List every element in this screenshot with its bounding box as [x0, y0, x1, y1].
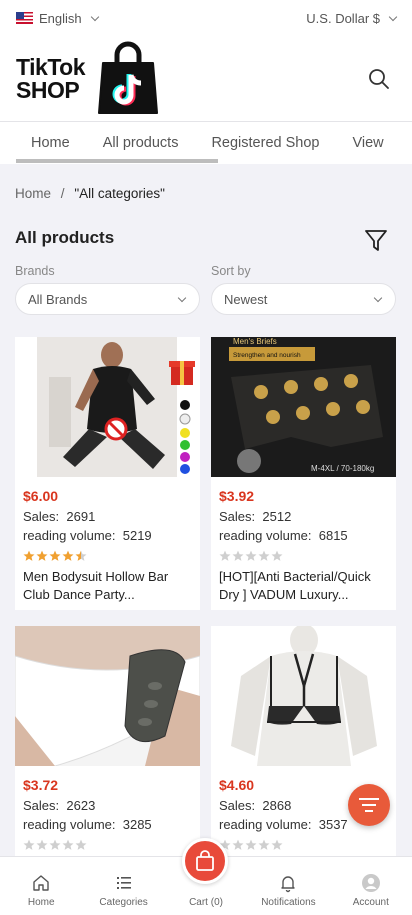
cart-button[interactable] [182, 838, 228, 884]
image-text-bottom: M-4XL / 70-180kg [311, 464, 374, 473]
tab-all-products[interactable]: All products [88, 122, 197, 164]
category-tabs: Home All products Registered Shop View [0, 122, 412, 164]
nav-notifications-label: Notifications [261, 897, 316, 908]
product-name[interactable]: [HOT][Anti Bacterial/Quick Dry ] VADUM L… [219, 568, 388, 604]
logo-text: TikTok SHOP [16, 53, 86, 103]
product-name[interactable]: Men Bodysuit Hollow Bar Club Dance Party… [23, 568, 192, 604]
avatar-icon [361, 874, 380, 892]
breadcrumb-separator: / [60, 186, 65, 201]
active-tab-indicator [16, 159, 218, 163]
product-price: $6.00 [23, 488, 59, 504]
product-image [211, 626, 396, 766]
nav-home-label: Home [27, 897, 55, 908]
product-price: $3.92 [219, 488, 255, 504]
language-label: English [39, 10, 82, 26]
star-icon [232, 839, 244, 850]
menu-icon [359, 798, 379, 812]
tab-view[interactable]: View [337, 122, 401, 164]
image-text-top: Men's Briefs [233, 337, 277, 346]
star-icon [232, 550, 244, 561]
star-icon [271, 839, 283, 850]
star-icon [75, 839, 87, 850]
currency-label: U.S. Dollar $ [306, 10, 380, 26]
breadcrumb: Home / "All categories" [15, 186, 165, 201]
brands-label: Brands [15, 264, 55, 278]
search-icon [369, 68, 389, 89]
star-icon [62, 550, 74, 561]
nav-account-label: Account [352, 897, 389, 908]
star-icon [23, 839, 35, 850]
star-icon [271, 550, 283, 561]
star-icon [245, 839, 257, 850]
product-reading-volume: reading volume: 6815 [219, 528, 348, 543]
product-card[interactable]: $6.00 Sales: 2691 reading volume: 5219 M… [15, 337, 200, 610]
top-bar: English U.S. Dollar $ [0, 0, 412, 36]
logo-line-2: SHOP [16, 76, 80, 103]
star-icon [36, 839, 48, 850]
nav-notifications[interactable]: Notifications [247, 857, 329, 915]
currency-selector[interactable]: U.S. Dollar $ [306, 10, 398, 26]
nav-cart-label: Cart (0) [189, 897, 223, 908]
chevron-down-icon [90, 12, 99, 21]
star-icon [258, 550, 270, 561]
product-sales: Sales: 2512 [219, 509, 292, 524]
rating-stars [23, 839, 200, 851]
nav-account[interactable]: Account [330, 857, 412, 915]
nav-categories[interactable]: Categories [82, 857, 164, 915]
brands-select[interactable]: All Brands [15, 283, 200, 315]
us-flag-icon [16, 12, 33, 24]
product-sales: Sales: 2691 [23, 509, 96, 524]
cart-icon [196, 850, 214, 871]
product-sales: Sales: 2623 [23, 798, 96, 813]
product-reading-volume: reading volume: 5219 [23, 528, 152, 543]
image-text-mid: Strengthen and nourish [233, 352, 301, 359]
star-icon [75, 550, 87, 561]
chevron-down-icon [373, 293, 383, 302]
page-title: All products [15, 228, 115, 247]
product-image [15, 626, 200, 766]
header: TikTok SHOP [0, 36, 412, 122]
shopping-bag-logo-icon [98, 41, 158, 114]
sort-select[interactable]: Newest [211, 283, 396, 315]
nav-home[interactable]: Home [0, 857, 82, 915]
star-icon [49, 550, 61, 561]
list-icon [116, 877, 131, 889]
star-icon [36, 550, 48, 561]
search-button[interactable] [362, 62, 396, 96]
star-icon [23, 550, 35, 561]
star-icon [219, 550, 231, 561]
product-reading-volume: reading volume: 3285 [23, 817, 152, 832]
bell-icon [281, 876, 296, 893]
filter-icon[interactable] [362, 226, 390, 254]
tab-home[interactable]: Home [16, 122, 88, 164]
tiktok-shop-logo[interactable]: TikTok SHOP [16, 41, 161, 117]
product-card[interactable]: $3.72 Sales: 2623 reading volume: 3285 [15, 626, 200, 856]
rating-stars [23, 550, 200, 562]
home-icon [33, 875, 49, 891]
rating-stars [219, 550, 396, 562]
tab-registered-shop[interactable]: Registered Shop [196, 122, 337, 164]
product-card[interactable]: Men's Briefs Strengthen and nourish M-4X… [211, 337, 396, 610]
brands-select-value: All Brands [28, 291, 88, 307]
logo-line-1: TikTok [16, 53, 86, 80]
star-icon [258, 839, 270, 850]
floating-menu-button[interactable] [348, 784, 390, 826]
breadcrumb-current: "All categories" [74, 186, 165, 201]
star-icon [62, 839, 74, 850]
product-image: Men's Briefs Strengthen and nourish M-4X… [211, 337, 396, 477]
breadcrumb-home[interactable]: Home [15, 186, 51, 201]
product-image [15, 337, 200, 477]
chevron-down-icon [388, 12, 398, 21]
sort-select-value: Newest [224, 291, 268, 307]
product-price: $3.72 [23, 777, 59, 793]
star-icon [245, 550, 257, 561]
nav-categories-label: Categories [99, 897, 148, 908]
chevron-down-icon [177, 293, 187, 302]
star-icon [49, 839, 61, 850]
rating-stars [219, 839, 396, 851]
language-selector[interactable]: English [16, 10, 99, 26]
sort-label: Sort by [211, 264, 251, 278]
